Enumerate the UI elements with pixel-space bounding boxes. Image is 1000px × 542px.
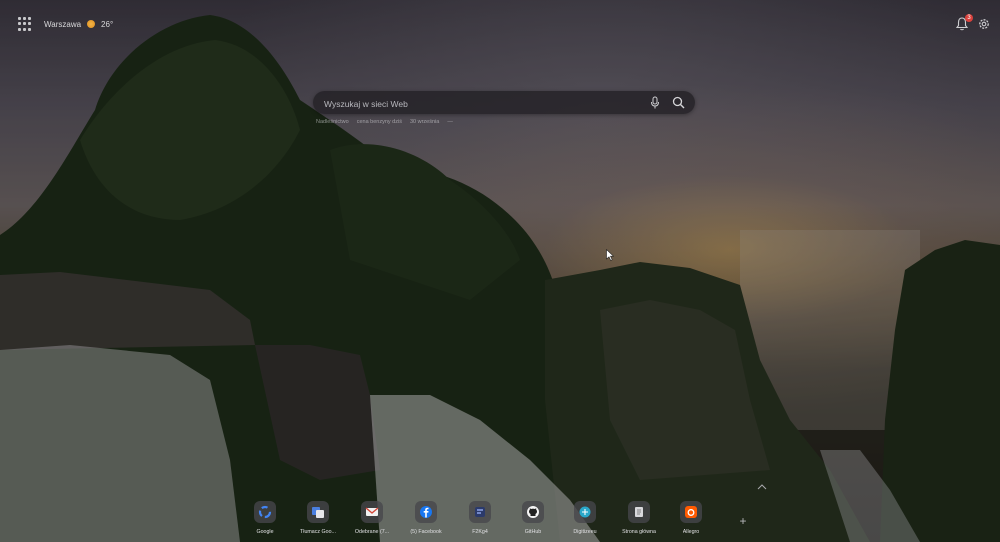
quick-link-f2kg4[interactable]: F2Kg4 [461, 501, 499, 541]
quick-link-translate[interactable]: Tłumacz Goo... [299, 501, 337, 541]
home-page-icon [635, 507, 643, 517]
quick-link-label: F2Kg4 [472, 529, 488, 535]
quick-link-label: (5) Facebook [410, 529, 442, 535]
quick-link-github[interactable]: GitHub [514, 501, 552, 541]
quick-link-facebook[interactable]: (5) Facebook [407, 501, 445, 541]
quick-link-label: Strona główna [622, 529, 656, 535]
gmail-icon [365, 507, 379, 516]
quick-link-label: GitHub [524, 529, 542, 535]
wallpaper [0, 0, 1000, 542]
trending-searches: Nadleśnictwo cena benzyny dziś 30 wrześn… [316, 119, 453, 128]
quick-link-allegro[interactable]: Allegro [672, 501, 710, 541]
trending-item[interactable]: cena benzyny dziś [357, 119, 402, 128]
sun-icon [87, 20, 96, 28]
chevron-up-icon[interactable] [757, 484, 767, 490]
quick-link-label: Tłumacz Goo... [300, 529, 336, 535]
allegro-icon [685, 506, 697, 518]
wallpaper-waterfall-scene [0, 15, 1000, 542]
search-input[interactable] [322, 94, 646, 113]
app-launcher-icon[interactable] [18, 17, 32, 31]
weather-widget[interactable]: Warszawa 26° [44, 17, 113, 31]
quick-link-label: Allegro [682, 529, 700, 535]
mouse-cursor-icon [606, 249, 614, 261]
quick-link-label: Digitizeeu [573, 529, 597, 535]
add-quick-link-button[interactable]: + [737, 515, 749, 527]
quick-link-digitize[interactable]: Digitizeeu [566, 501, 604, 541]
microphone-icon[interactable] [650, 96, 660, 109]
google-icon [258, 505, 272, 519]
github-icon [527, 506, 539, 518]
translate-icon [312, 507, 324, 518]
gear-icon[interactable] [977, 17, 991, 31]
digitize-icon [579, 506, 591, 518]
quick-link-label: Google [256, 529, 274, 535]
facebook-icon [420, 506, 432, 518]
notification-badge: 3 [965, 14, 973, 22]
trending-item[interactable]: 30 września [410, 119, 439, 128]
weather-temperature: 26° [101, 19, 114, 29]
search-icon[interactable] [672, 96, 685, 109]
quick-link-label: Odebrane (7... [354, 529, 390, 535]
quick-link-google[interactable]: Google [246, 501, 284, 541]
search-bar [313, 91, 695, 114]
trending-item[interactable]: Nadleśnictwo [316, 119, 349, 128]
trending-item[interactable]: — [447, 119, 453, 128]
quick-links: Google Tłumacz Goo... Odebrane (7... (5)… [246, 501, 766, 541]
weather-city: Warszawa [44, 19, 82, 29]
quick-link-gmail[interactable]: Odebrane (7... [353, 501, 391, 541]
top-bar: Warszawa 26° 3 [0, 0, 1000, 48]
generic-site-icon [475, 507, 485, 517]
quick-link-home-page[interactable]: Strona główna [620, 501, 658, 541]
